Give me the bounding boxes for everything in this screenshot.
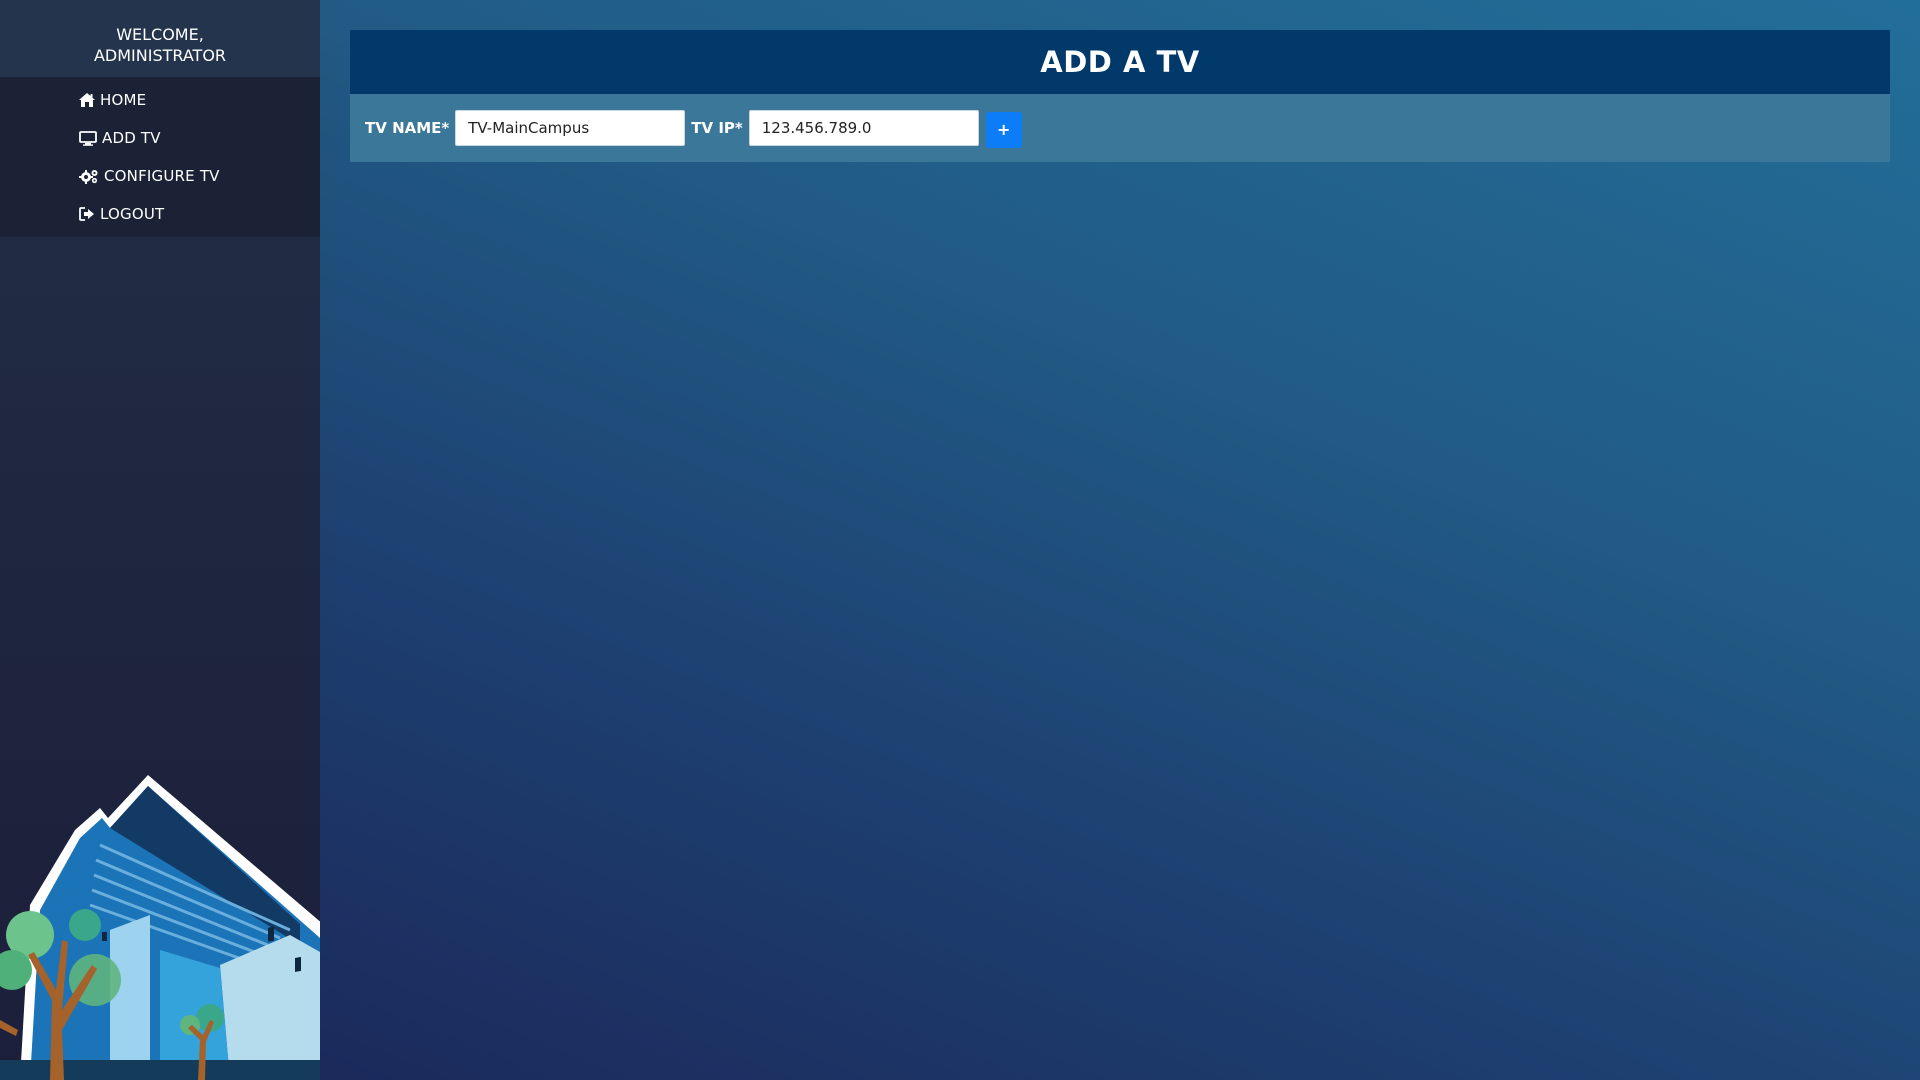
sidebar-item-label: HOME <box>100 91 147 109</box>
tv-name-input[interactable] <box>455 110 686 146</box>
sidebar-item-label: ADD TV <box>102 129 161 147</box>
sign-out-icon <box>79 207 94 221</box>
tv-name-label: TV NAME* <box>365 119 450 137</box>
page-header: ADD A TV <box>350 30 1890 94</box>
city-building-illustration <box>0 775 320 1080</box>
sidebar-item-home[interactable]: HOME <box>0 81 320 119</box>
home-icon <box>79 93 95 107</box>
welcome-greeting: WELCOME, <box>116 25 204 44</box>
welcome-banner: WELCOME, ADMINISTRATOR <box>0 0 320 77</box>
gears-icon <box>79 169 98 184</box>
sidebar: WELCOME, ADMINISTRATOR HOME ADD TV CONFI… <box>0 0 320 1080</box>
sidebar-item-label: CONFIGURE TV <box>104 167 220 185</box>
sidebar-item-add-tv[interactable]: ADD TV <box>0 119 320 157</box>
page-title: ADD A TV <box>1040 45 1200 79</box>
tv-ip-input[interactable] <box>748 110 979 146</box>
monitor-icon <box>79 130 97 146</box>
add-tv-form: TV NAME* TV IP* + <box>350 94 1890 162</box>
welcome-username: ADMINISTRATOR <box>93 46 227 65</box>
sidebar-nav: HOME ADD TV CONFIGURE TV LOGOUT <box>0 77 320 237</box>
sidebar-item-label: LOGOUT <box>100 205 165 223</box>
add-tv-button[interactable]: + <box>985 111 1022 148</box>
sidebar-item-configure-tv[interactable]: CONFIGURE TV <box>0 157 320 195</box>
tv-ip-label: TV IP* <box>691 119 743 137</box>
sidebar-item-logout[interactable]: LOGOUT <box>0 195 320 233</box>
